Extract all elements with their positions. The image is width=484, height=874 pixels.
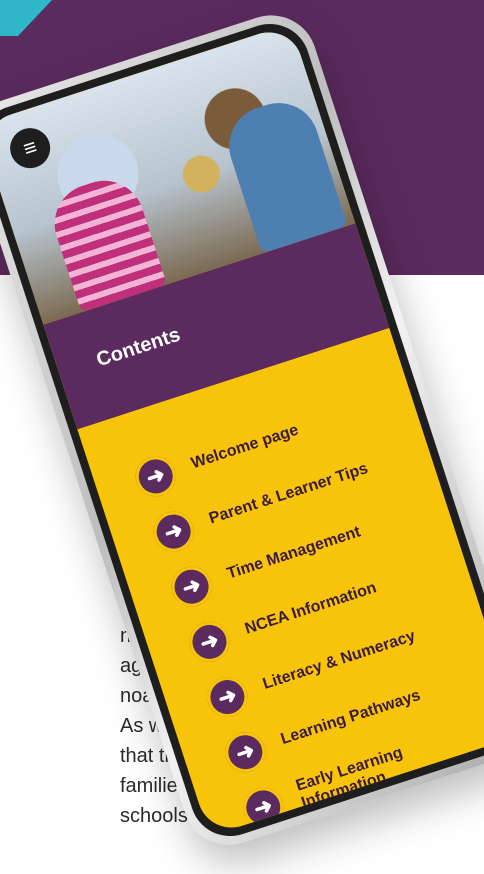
- menu-icon: ≡: [20, 133, 40, 162]
- arrow-icon: ➜: [148, 506, 199, 557]
- arrow-icon: ➜: [220, 727, 271, 778]
- corner-accent: [0, 0, 52, 36]
- arrow-icon: ➜: [202, 671, 253, 723]
- arrow-icon: ➜: [130, 451, 181, 502]
- arrow-icon: ➜: [166, 561, 217, 612]
- arrow-icon: ➜: [184, 616, 235, 668]
- article-line: schools.: [120, 805, 194, 827]
